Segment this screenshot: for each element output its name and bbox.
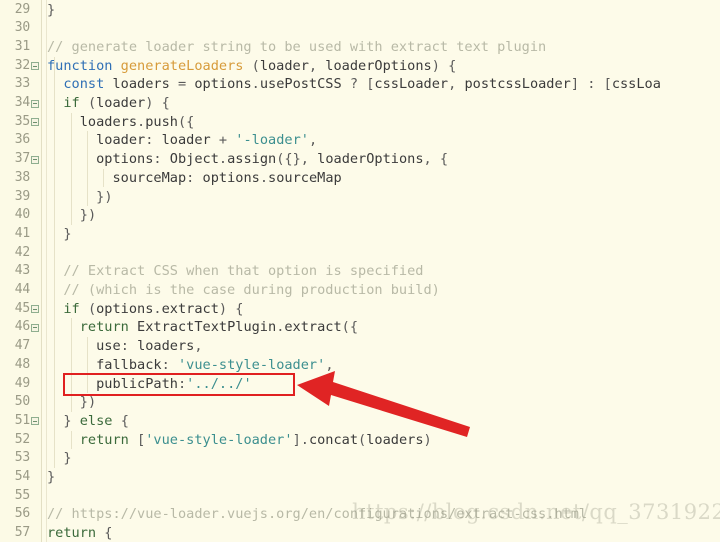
code-line[interactable]: return ExtractTextPlugin.extract({ bbox=[47, 318, 358, 337]
code-line[interactable]: fallback: 'vue-style-loader', bbox=[47, 356, 333, 375]
gutter-divider bbox=[41, 0, 42, 542]
line-number: 32 bbox=[14, 57, 30, 73]
code-line[interactable]: // (which is the case during production … bbox=[47, 281, 439, 300]
code-line[interactable]: // generate loader string to be used wit… bbox=[47, 38, 546, 57]
line-number: 36 bbox=[14, 132, 30, 148]
code-fold-toggle-icon[interactable] bbox=[31, 99, 39, 108]
code-line[interactable]: if (options.extract) { bbox=[47, 300, 243, 319]
code-line[interactable]: } bbox=[47, 449, 71, 468]
line-number: 47 bbox=[14, 338, 30, 354]
line-number: 54 bbox=[14, 469, 30, 484]
line-number: 42 bbox=[14, 244, 30, 260]
line-number: 29 bbox=[14, 1, 30, 17]
code-line[interactable]: }) bbox=[47, 206, 96, 225]
code-line[interactable]: return ['vue-style-loader'].concat(loade… bbox=[47, 431, 432, 450]
line-number: 43 bbox=[14, 263, 30, 279]
code-line[interactable]: publicPath:'../../' bbox=[47, 375, 252, 394]
code-line[interactable]: } bbox=[47, 1, 55, 20]
code-line[interactable]: loader: loader + '-loader', bbox=[47, 131, 317, 150]
line-number: 30 bbox=[14, 20, 30, 36]
line-number: 51 bbox=[14, 412, 30, 428]
line-number: 39 bbox=[14, 188, 30, 204]
line-number: 55 bbox=[14, 487, 30, 503]
line-number: 31 bbox=[14, 38, 30, 54]
line-number: 52 bbox=[14, 431, 30, 447]
code-line[interactable]: function generateLoaders (loader, loader… bbox=[47, 57, 456, 76]
line-number: 40 bbox=[14, 207, 30, 223]
code-fold-toggle-icon[interactable] bbox=[31, 62, 39, 71]
line-number: 34 bbox=[14, 95, 30, 110]
line-number: 45 bbox=[14, 300, 30, 316]
code-fold-toggle-icon[interactable] bbox=[31, 118, 39, 127]
code-line[interactable]: } else { bbox=[47, 412, 129, 431]
line-number: 37 bbox=[14, 151, 30, 167]
code-line[interactable]: // https://vue-loader.vuejs.org/en/confi… bbox=[47, 505, 587, 524]
line-number: 57 bbox=[14, 525, 30, 541]
code-editor-view: 29 30 31 32 33 34 35 36 37 38 39 40 41 42 43 44 45 46 47 48… bbox=[0, 0, 720, 542]
code-line[interactable]: } bbox=[47, 468, 55, 487]
code-fold-toggle-icon[interactable] bbox=[31, 323, 39, 332]
code-fold-toggle-icon[interactable] bbox=[31, 305, 39, 314]
code-content-area[interactable]: } // generate loader string to be used wi… bbox=[47, 0, 720, 542]
code-line[interactable]: options: Object.assign({}, loaderOptions… bbox=[47, 150, 448, 169]
line-number: 49 bbox=[14, 375, 30, 391]
code-line[interactable]: return { bbox=[47, 524, 112, 542]
code-line[interactable]: if (loader) { bbox=[47, 94, 169, 113]
line-number: 35 bbox=[14, 113, 30, 129]
code-line[interactable]: loaders.push({ bbox=[47, 113, 195, 132]
line-number: 53 bbox=[14, 450, 30, 466]
code-line[interactable]: sourceMap: options.sourceMap bbox=[47, 169, 342, 188]
line-number: 56 bbox=[14, 506, 30, 522]
code-line[interactable]: // Extract CSS when that option is speci… bbox=[47, 262, 423, 281]
code-line[interactable]: use: loaders, bbox=[47, 337, 202, 356]
line-number: 44 bbox=[14, 282, 30, 297]
code-fold-toggle-icon[interactable] bbox=[31, 417, 39, 426]
code-fold-toggle-icon[interactable] bbox=[31, 155, 39, 164]
line-number: 46 bbox=[14, 319, 30, 335]
line-number: 41 bbox=[14, 225, 30, 241]
code-line[interactable]: } bbox=[47, 225, 71, 244]
line-number: 48 bbox=[14, 356, 30, 372]
line-number: 50 bbox=[14, 394, 30, 410]
line-number: 38 bbox=[14, 169, 30, 185]
code-line[interactable]: }) bbox=[47, 393, 96, 412]
code-line[interactable]: const loaders = options.usePostCSS ? [cs… bbox=[47, 75, 661, 94]
line-number: 33 bbox=[14, 76, 30, 92]
code-line[interactable]: }) bbox=[47, 188, 112, 207]
